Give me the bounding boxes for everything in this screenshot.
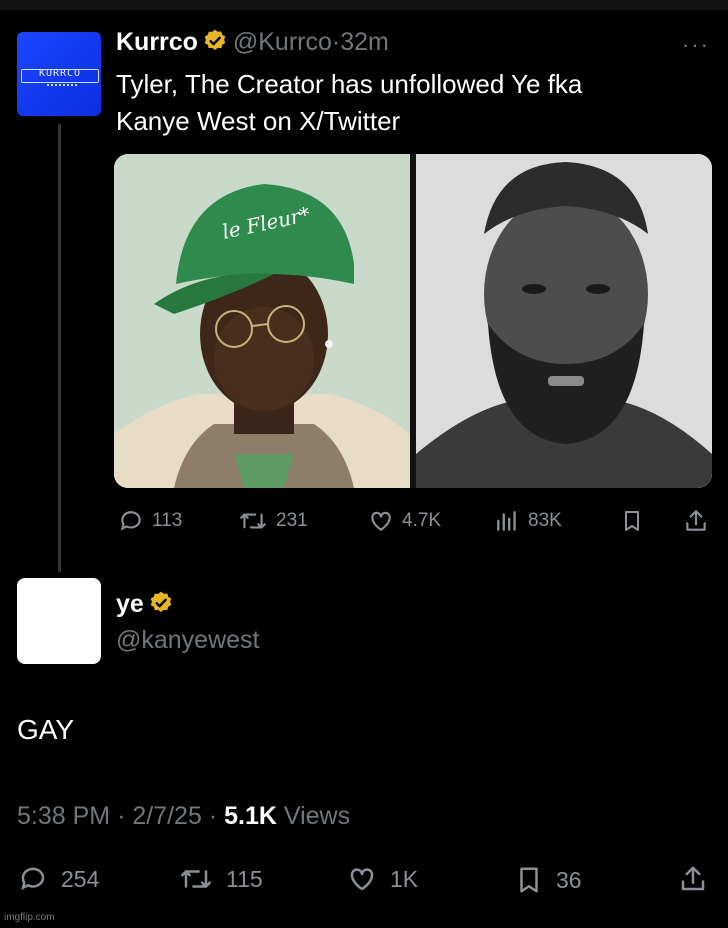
tweet1-display-name[interactable]: Kurrco — [116, 28, 198, 56]
ye-illustration — [416, 154, 712, 488]
kurrco-logo-text: KURRCO — [38, 68, 82, 79]
ye-avatar[interactable] — [17, 578, 101, 664]
tweet2-reply-count: 254 — [61, 865, 100, 892]
share-icon — [686, 510, 706, 531]
tweet2-bookmark-count: 36 — [556, 866, 582, 893]
tweet1-text-line2: Kanye West on X/Twitter — [116, 106, 401, 136]
tweet2-views-count: 5.1K — [224, 802, 277, 830]
tweet1-handle[interactable]: @Kurrco — [233, 28, 332, 56]
watermark: imgflip.com — [4, 912, 55, 923]
tweet1-media[interactable]: le Fleur* — [114, 154, 712, 488]
tweet2-bookmark-button[interactable]: 36 — [514, 864, 582, 896]
like-count: 4.7K — [402, 510, 442, 531]
bookmark-button[interactable] — [620, 508, 644, 534]
tweet2-reply-button[interactable]: 254 — [17, 864, 99, 894]
tweet1-time[interactable]: 32m — [340, 28, 389, 56]
top-status-strip — [0, 0, 728, 10]
tweet2-repost-count: 115 — [226, 865, 263, 892]
bookmark-icon — [625, 511, 639, 531]
like-button[interactable]: 4.7K — [368, 508, 441, 534]
bookmark-icon — [520, 867, 538, 893]
tyler-illustration: le Fleur* — [114, 154, 410, 488]
reply-icon — [21, 867, 45, 891]
tweet2-date[interactable]: 2/7/25 — [132, 802, 202, 830]
tweet2-meta: 5:38 PM · 2/7/25 · 5.1K Views — [17, 802, 350, 831]
tweet2-meta-sep2: · — [208, 802, 218, 830]
tweet1-header: Kurrco @Kurrco·32m — [116, 28, 389, 57]
heart-icon — [350, 868, 374, 891]
tweet2-handle[interactable]: @kanyewest — [116, 626, 260, 655]
tweet2-like-count: 1K — [390, 865, 419, 892]
tweet2-meta-sep1: · — [117, 802, 126, 830]
photo-ye[interactable] — [416, 154, 712, 488]
repost-icon — [181, 870, 211, 888]
tweet1-separator: · — [331, 28, 341, 56]
tweet2-repost-button[interactable]: 115 — [178, 864, 263, 894]
tweet2-share-button[interactable] — [678, 864, 708, 894]
verified-badge-icon — [150, 591, 172, 612]
share-icon — [681, 866, 705, 891]
reply-button[interactable]: 113 — [118, 508, 182, 534]
heart-icon — [371, 511, 391, 531]
repost-icon — [240, 513, 266, 529]
tweet1-text-line1: Tyler, The Creator has unfollowed Ye fka — [116, 69, 583, 99]
reply-icon — [120, 511, 141, 531]
tweet1-text: Tyler, The Creator has unfollowed Ye fka… — [116, 66, 582, 140]
repost-button[interactable]: 231 — [238, 508, 308, 534]
tweet2-views-label: Views — [283, 802, 351, 830]
repost-count: 231 — [276, 510, 308, 531]
verified-badge-icon — [205, 29, 226, 50]
tweet2-text: GAY — [17, 714, 75, 745]
share-button[interactable] — [683, 508, 709, 534]
photo-tyler-the-creator[interactable]: le Fleur* — [114, 154, 410, 488]
tweet2-like-button[interactable]: 1K — [346, 864, 418, 894]
tweet2-time[interactable]: 5:38 PM — [17, 802, 110, 830]
tweet2-name-row: ye — [116, 590, 174, 619]
analytics-icon — [497, 511, 516, 531]
tweet2-display-name[interactable]: ye — [116, 590, 144, 618]
thread-connector-line — [58, 124, 61, 572]
kurrco-logo-dots — [47, 84, 77, 90]
views-count: 83K — [528, 510, 562, 531]
views-button[interactable]: 83K — [494, 508, 562, 534]
kurrco-avatar[interactable]: KURRCO — [17, 32, 101, 116]
more-options-icon[interactable]: ··· — [682, 32, 710, 58]
reply-count: 113 — [152, 510, 183, 531]
